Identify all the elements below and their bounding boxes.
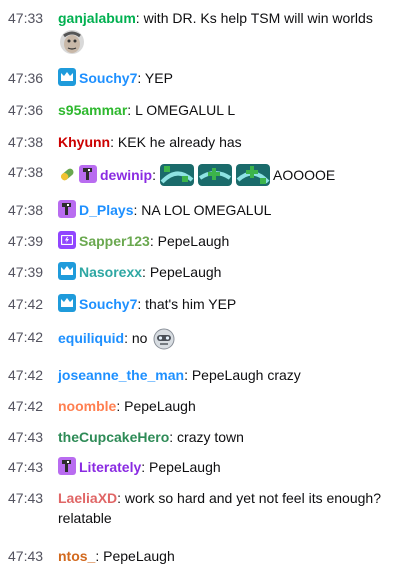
message-text: crazy town	[177, 429, 244, 445]
timestamp: 47:38	[8, 164, 44, 180]
timestamp: 47:42	[8, 398, 44, 414]
message-text: PepeLaugh	[149, 459, 221, 475]
timestamp: 47:36	[8, 70, 44, 86]
message-body: s95ammar: L OMEGALUL L	[58, 100, 394, 120]
colon-separator: :	[116, 398, 125, 414]
message-text: that's him YEP	[145, 296, 237, 312]
message-body: Literately: PepeLaugh	[58, 457, 394, 477]
crown-badge-icon[interactable]	[58, 294, 76, 312]
message-text: PepeLaugh	[149, 264, 222, 280]
message-body: noomble: PepeLaugh	[58, 396, 394, 416]
colon-separator: :	[135, 10, 144, 26]
message-text: L OMEGALUL L	[135, 102, 236, 118]
message-text: no	[131, 330, 148, 346]
message-body: LaeliaXD: work so hard and yet not feel …	[58, 488, 394, 528]
colon-separator: :	[127, 102, 136, 118]
dino-badge-icon[interactable]	[79, 165, 97, 183]
colon-separator: :	[152, 167, 160, 183]
username[interactable]: Souchy7	[79, 70, 137, 86]
timestamp: 47:33	[8, 10, 44, 26]
colon-separator: :	[110, 134, 118, 150]
colon-separator: :	[137, 70, 145, 86]
timestamp: 47:43	[8, 429, 44, 445]
message-text: KEK he already has	[117, 134, 242, 150]
username[interactable]: D_Plays	[79, 202, 133, 218]
timestamp: 47:38	[8, 202, 44, 218]
colon-separator: :	[124, 330, 132, 346]
username[interactable]: Souchy7	[79, 296, 137, 312]
message-body: equiliquid: no	[58, 327, 394, 356]
timestamp: 47:38	[8, 134, 44, 150]
message-body: Nasorexx: PepeLaugh	[58, 262, 394, 282]
message-text: PepeLaugh	[103, 548, 175, 564]
pill-badge-icon[interactable]	[58, 165, 76, 183]
message-text: with DR. Ks help TSM will win worlds	[143, 10, 373, 26]
message-text: AOOOOE	[273, 167, 336, 183]
username[interactable]: LaeliaXD	[58, 490, 117, 506]
crown-badge-icon[interactable]	[58, 68, 76, 86]
timestamp: 47:36	[8, 102, 44, 118]
timestamp: 47:39	[8, 233, 44, 249]
username[interactable]: equiliquid	[58, 330, 124, 346]
robot-face-emote-icon[interactable]	[151, 327, 177, 356]
username[interactable]: dewinip	[100, 167, 152, 183]
colon-separator: :	[95, 548, 104, 564]
message-body: Sapper123: PepeLaugh	[58, 231, 394, 251]
colon-separator: :	[141, 459, 150, 475]
dino-badge-icon[interactable]	[58, 457, 76, 475]
message-body: Souchy7: that's him YEP	[58, 294, 394, 314]
message-body: D_Plays: NA LOL OMEGALUL	[58, 200, 394, 220]
colon-separator: :	[184, 367, 192, 383]
message-body: Souchy7: YEP	[58, 68, 394, 88]
message-body: dewinip: AOOOOE	[58, 162, 394, 193]
message-text: NA LOL OMEGALUL	[141, 202, 272, 218]
username[interactable]: Literately	[79, 459, 141, 475]
username[interactable]: Nasorexx	[79, 264, 142, 280]
timestamp: 47:39	[8, 264, 44, 280]
plus-emote-icon[interactable]	[159, 162, 270, 193]
colon-separator: :	[149, 233, 158, 249]
username[interactable]: theCupcakeHero	[58, 429, 169, 445]
username[interactable]: ganjalabum	[58, 10, 136, 26]
username[interactable]: joseanne_the_man	[58, 367, 184, 383]
timestamp: 47:43	[8, 459, 44, 475]
chat-log: 47:33 ganjalabum: with DR. Ks help TSM w…	[0, 0, 407, 573]
timestamp: 47:42	[8, 329, 44, 345]
timestamp: 47:42	[8, 296, 44, 312]
message-text: PepeLaugh	[124, 398, 196, 414]
crown-badge-icon[interactable]	[58, 262, 76, 280]
timestamp: 47:42	[8, 367, 44, 383]
face-emote-icon[interactable]	[58, 28, 86, 61]
username[interactable]: noomble	[58, 398, 116, 414]
username[interactable]: ntos_	[58, 548, 95, 564]
timestamp: 47:43	[8, 490, 44, 506]
timestamp: 47:43	[8, 548, 44, 564]
message-body: Khyunn: KEK he already has	[58, 132, 394, 152]
prime-badge-icon[interactable]	[58, 231, 76, 249]
dino-badge-icon[interactable]	[58, 200, 76, 218]
username[interactable]: Khyunn	[58, 134, 110, 150]
message-text: PepeLaugh	[157, 233, 230, 249]
colon-separator: :	[137, 296, 146, 312]
message-body: theCupcakeHero: crazy town	[58, 427, 394, 447]
colon-separator: :	[142, 264, 150, 280]
message-body: ntos_: PepeLaugh	[58, 546, 394, 566]
colon-separator: :	[117, 490, 125, 506]
message-body: ganjalabum: with DR. Ks help TSM will wi…	[58, 8, 394, 61]
message-text: YEP	[144, 70, 173, 86]
message-body: joseanne_the_man: PepeLaugh crazy	[58, 365, 394, 385]
username[interactable]: Sapper123	[79, 233, 150, 249]
message-text: PepeLaugh crazy	[191, 367, 301, 383]
username[interactable]: s95ammar	[58, 102, 127, 118]
colon-separator: :	[169, 429, 178, 445]
